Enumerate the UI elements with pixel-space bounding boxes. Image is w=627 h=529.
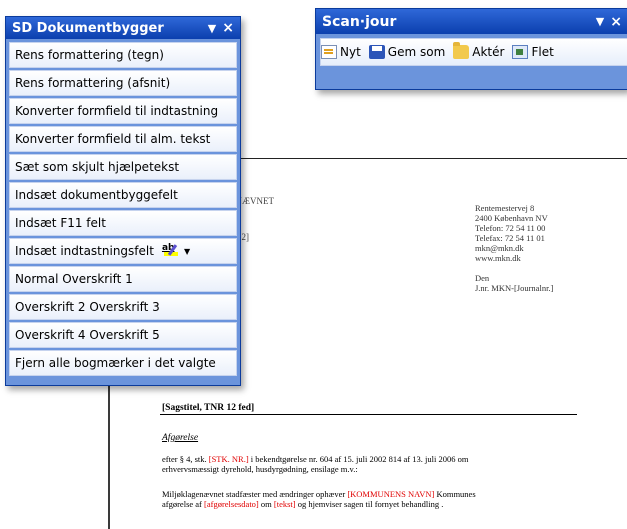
scan-jour-title: Scan·jour <box>322 13 397 30</box>
section-heading: Afgørelse <box>162 433 199 443</box>
sd-panel-titlebar[interactable]: SD Dokumentbygger ▼ × <box>6 17 240 39</box>
close-icon[interactable]: × <box>222 21 234 35</box>
new-button[interactable]: Nyt <box>321 45 361 59</box>
remove-bookmarks-button[interactable]: Fjern alle bogmærker i det valgte <box>9 350 237 376</box>
merge-button[interactable]: Flet <box>512 45 554 59</box>
sd-dokumentbygger-panel[interactable]: SD Dokumentbygger ▼ × Rens formattering … <box>5 16 241 386</box>
field-stk-nr[interactable]: [STK. NR.] <box>209 454 249 464</box>
field-kommunens-navn[interactable]: [KOMMUNENS NAVN] <box>347 489 434 499</box>
clean-format-paragraph-button[interactable]: Rens formattering (afsnit) <box>9 70 237 96</box>
address-line: Telefax: 72 54 11 01 <box>475 233 545 243</box>
address-line: 2400 København NV <box>475 213 548 223</box>
scan-jour-toolbar[interactable]: Scan·jour ▼ × Nyt Gem som Aktér Flet <box>315 8 627 90</box>
style-heading4-heading5-button[interactable]: Overskrift 4 Overskrift 5 <box>9 322 237 348</box>
address-line: Telefon: 72 54 11 00 <box>475 223 546 233</box>
paragraph-1: efter § 4, stk. [STK. NR.] i bekendtgøre… <box>162 454 469 474</box>
text-field-icon: ab <box>162 243 178 259</box>
insert-f11-field-button[interactable]: Indsæt F11 felt <box>9 210 237 236</box>
date-line: Den <box>475 273 490 283</box>
subject-title: [Sagstitel, TNR 12 fed] <box>162 403 255 413</box>
insert-builder-field-button[interactable]: Indsæt dokumentbyggefelt <box>9 182 237 208</box>
convert-formfield-input-button[interactable]: Konverter formfield til indtastning <box>9 98 237 124</box>
style-normal-heading1-button[interactable]: Normal Overskrift 1 <box>9 266 237 292</box>
address-line: www.mkn.dk <box>475 253 521 263</box>
file-case-button[interactable]: Aktér <box>453 42 504 59</box>
close-icon[interactable]: × <box>610 15 622 29</box>
insert-input-field-label: Indsæt indtastningsfelt <box>15 244 154 258</box>
toolbar-options-icon[interactable]: ▼ <box>596 15 604 28</box>
journal-line: J.nr. MKN-[Journalnr.] <box>475 283 554 293</box>
save-as-button[interactable]: Gem som <box>368 45 445 59</box>
style-heading2-heading3-button[interactable]: Overskrift 2 Overskrift 3 <box>9 294 237 320</box>
paragraph-2: Miljøklagenævnet stadfæster med ændringe… <box>162 489 476 509</box>
folder-icon <box>453 42 470 59</box>
clean-format-chars-button[interactable]: Rens formattering (tegn) <box>9 42 237 68</box>
merge-icon <box>512 45 529 59</box>
insert-input-field-button[interactable]: Indsæt indtastningsfelt ab ▼ <box>9 238 237 264</box>
field-tekst[interactable]: [tekst] <box>274 499 296 509</box>
new-document-icon <box>321 45 337 59</box>
address-line: mkn@mkn.dk <box>475 243 524 253</box>
save-icon <box>368 45 385 59</box>
scan-jour-buttons: Nyt Gem som Aktér Flet <box>320 38 627 66</box>
scan-jour-titlebar[interactable]: Scan·jour ▼ × <box>316 9 627 34</box>
chevron-down-icon[interactable]: ▼ <box>184 247 190 256</box>
sd-panel-title: SD Dokumentbygger <box>12 20 164 36</box>
toolbar-options-icon[interactable]: ▼ <box>208 22 216 35</box>
convert-formfield-text-button[interactable]: Konverter formfield til alm. tekst <box>9 126 237 152</box>
sd-panel-items: Rens formattering (tegn) Rens formatteri… <box>6 39 240 381</box>
address-line: Rentemestervej 8 <box>475 203 535 213</box>
address-block: Rentemestervej 8 2400 København NV Telef… <box>475 203 553 293</box>
set-hidden-help-text-button[interactable]: Sæt som skjult hjælpetekst <box>9 154 237 180</box>
subject-rule <box>160 414 577 415</box>
field-afgoerelsesdato[interactable]: [afgørelsesdato] <box>204 499 259 509</box>
